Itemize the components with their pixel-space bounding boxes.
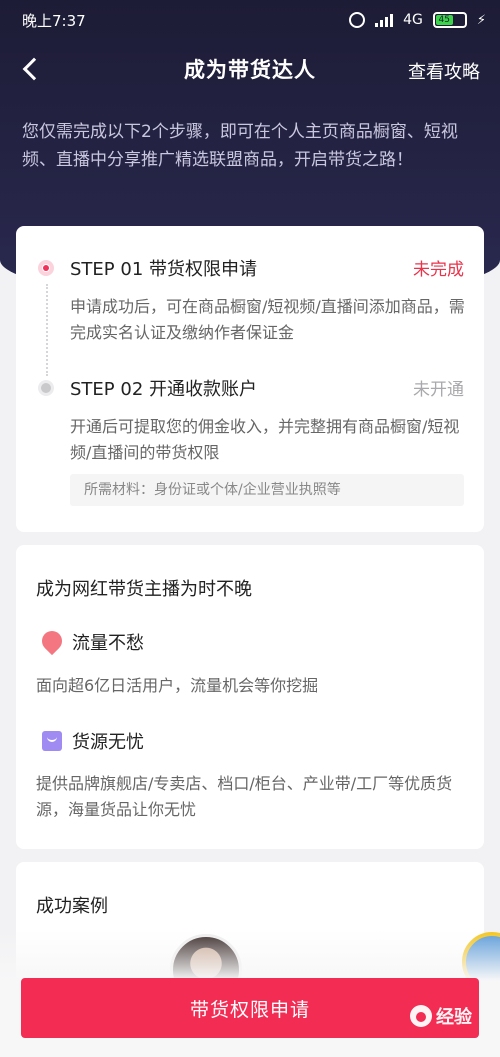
signal-icon bbox=[375, 13, 394, 27]
benefits-title: 成为网红带货主播为时不晚 bbox=[36, 579, 252, 600]
feature-traffic-title: 流量不愁 bbox=[72, 633, 144, 654]
battery-level: 45 bbox=[435, 15, 453, 25]
benefits-card: 成为网红带货主播为时不晚 流量不愁 面向超6亿日活用户，流量机会等你挖掘 货源无… bbox=[16, 545, 484, 849]
step-2-title: STEP 02 开通收款账户 bbox=[70, 379, 257, 400]
cases-title: 成功案例 bbox=[36, 896, 108, 917]
flame-icon bbox=[37, 626, 67, 656]
step-2[interactable]: STEP 02 开通收款账户 未开通 bbox=[16, 372, 484, 402]
guide-link[interactable]: 查看攻略 bbox=[408, 58, 480, 84]
watermark-text: 经验 bbox=[436, 1007, 472, 1028]
shopping-bag-icon bbox=[42, 731, 62, 751]
page-title: 成为带货达人 bbox=[184, 58, 316, 82]
baidu-watermark: 经验 bbox=[410, 1003, 472, 1029]
step-2-idle-dot-icon bbox=[38, 380, 54, 396]
alarm-icon bbox=[349, 12, 366, 28]
step-1-active-dot-icon bbox=[38, 260, 54, 276]
network-label: 4G bbox=[403, 12, 423, 28]
step-1-status: 未完成 bbox=[413, 260, 464, 280]
paw-logo-icon bbox=[410, 1005, 432, 1027]
page: 晚上7:37 4G 45 ⚡ 成为带货达人 查看攻略 您仅需完成以下2个步骤，即… bbox=[0, 0, 500, 1057]
step-1-title: STEP 01 带货权限申请 bbox=[70, 259, 257, 280]
step-2-desc: 开通后可提取您的佣金收入，并完整拥有商品橱窗/短视频/直播间的带货权限 bbox=[70, 417, 460, 462]
step-1-desc: 申请成功后，可在商品橱窗/短视频/直播间添加商品，需完成实名认证及缴纳作者保证金 bbox=[70, 297, 465, 342]
feature-supply-title: 货源无忧 bbox=[72, 732, 144, 753]
status-bar: 晚上7:37 4G 45 ⚡ bbox=[0, 0, 500, 40]
status-icons: 4G 45 ⚡ bbox=[349, 12, 486, 28]
feature-traffic-desc: 面向超6亿日活用户，流量机会等你挖掘 bbox=[36, 676, 319, 695]
step-2-status: 未开通 bbox=[413, 380, 464, 400]
status-time: 晚上7:37 bbox=[22, 11, 86, 30]
feature-supply-desc: 提供品牌旗舰店/专卖店、档口/柜台、产业带/工厂等优质货源，海量货品让你无忧 bbox=[36, 774, 453, 819]
nav-bar: 成为带货达人 查看攻略 bbox=[0, 44, 500, 94]
back-icon[interactable] bbox=[22, 57, 46, 81]
intro-text: 您仅需完成以下2个步骤，即可在个人主页商品橱窗、短视频、直播中分享推广精选联盟商… bbox=[22, 122, 458, 170]
charging-icon: ⚡ bbox=[476, 12, 486, 28]
steps-card: STEP 01 带货权限申请 未完成 申请成功后，可在商品橱窗/短视频/直播间添… bbox=[16, 226, 484, 532]
step-1[interactable]: STEP 01 带货权限申请 未完成 bbox=[16, 252, 484, 282]
step-connector bbox=[46, 284, 48, 376]
required-materials: 所需材料：身份证或个体/企业营业执照等 bbox=[70, 474, 464, 506]
battery-icon: 45 bbox=[432, 12, 467, 28]
